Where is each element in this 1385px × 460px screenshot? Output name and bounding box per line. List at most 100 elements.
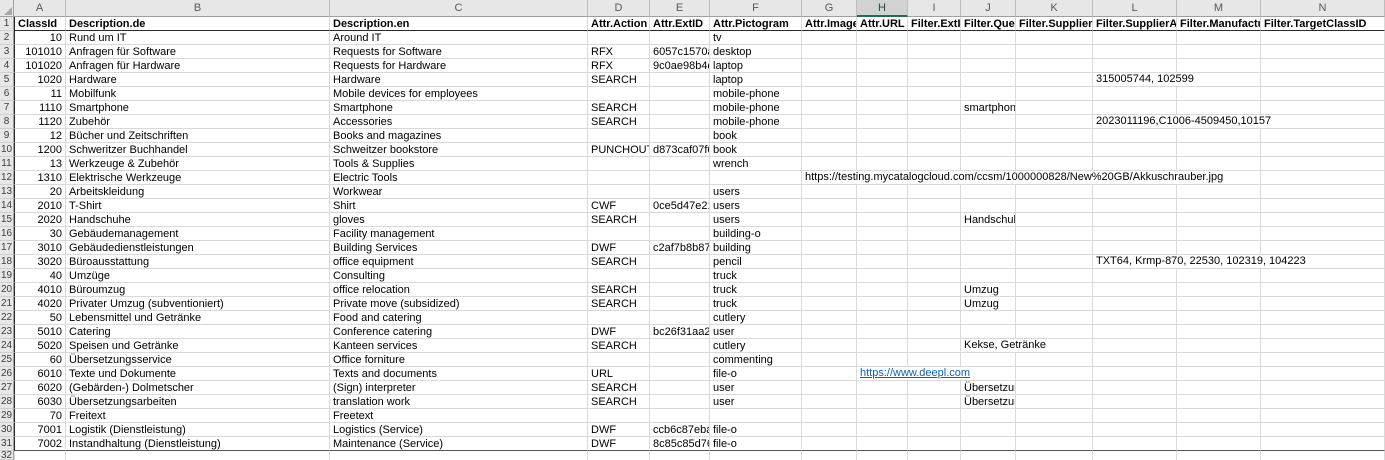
cell-K23[interactable]	[1016, 325, 1093, 339]
cell-H5[interactable]	[857, 73, 908, 87]
cell-L30[interactable]	[1093, 423, 1177, 437]
cell-B4[interactable]: Anfragen für Hardware	[66, 59, 330, 73]
cell-E5[interactable]	[650, 73, 710, 87]
cell-E4[interactable]: 9c0ae98b4d	[650, 59, 710, 73]
cell-I30[interactable]	[908, 423, 961, 437]
cell-H11[interactable]	[857, 157, 908, 171]
cell-F18[interactable]: pencil	[710, 255, 802, 269]
cell-H27[interactable]	[857, 381, 908, 395]
cell-J16[interactable]	[961, 227, 1016, 241]
cell-N9[interactable]	[1261, 129, 1385, 143]
row-header-14[interactable]: 14	[0, 199, 14, 213]
cell-H9[interactable]	[857, 129, 908, 143]
cell-N3[interactable]	[1261, 45, 1385, 59]
cell-H10[interactable]	[857, 143, 908, 157]
cell-B30[interactable]: Logistik (Dienstleistung)	[66, 423, 330, 437]
cell-A26[interactable]: 6010	[14, 367, 66, 381]
cell-G23[interactable]	[802, 325, 857, 339]
cell-A25[interactable]: 60	[14, 353, 66, 367]
cell-H32[interactable]	[857, 451, 908, 460]
cell-F26[interactable]: file-o	[710, 367, 802, 381]
cell-E20[interactable]	[650, 283, 710, 297]
cell-B7[interactable]: Smartphone	[66, 101, 330, 115]
cell-I10[interactable]	[908, 143, 961, 157]
cell-F27[interactable]: user	[710, 381, 802, 395]
cell-N24[interactable]	[1261, 339, 1385, 353]
cell-G15[interactable]	[802, 213, 857, 227]
cell-L1[interactable]: Filter.SupplierAID	[1093, 17, 1177, 31]
cell-K21[interactable]	[1016, 297, 1093, 311]
cell-J27[interactable]: Übersetzung	[961, 381, 1016, 395]
cell-J10[interactable]	[961, 143, 1016, 157]
cell-F5[interactable]: laptop	[710, 73, 802, 87]
cell-B3[interactable]: Anfragen für Software	[66, 45, 330, 59]
cell-C12[interactable]: Electric Tools	[330, 171, 588, 185]
row-header-19[interactable]: 19	[0, 269, 14, 283]
row-header-23[interactable]: 23	[0, 325, 14, 339]
cell-H13[interactable]	[857, 185, 908, 199]
cell-M7[interactable]	[1177, 101, 1261, 115]
cell-G28[interactable]	[802, 395, 857, 409]
cell-D15[interactable]: SEARCH	[588, 213, 650, 227]
cell-F6[interactable]: mobile-phone	[710, 87, 802, 101]
cell-A31[interactable]: 7002	[14, 437, 66, 451]
cell-E9[interactable]	[650, 129, 710, 143]
column-header-J[interactable]: J	[961, 0, 1016, 17]
cell-D4[interactable]: RFX	[588, 59, 650, 73]
cell-E2[interactable]	[650, 31, 710, 45]
cell-K3[interactable]	[1016, 45, 1093, 59]
cell-G29[interactable]	[802, 409, 857, 423]
cell-A10[interactable]: 1200	[14, 143, 66, 157]
cell-C10[interactable]: Schweitzer bookstore	[330, 143, 588, 157]
cell-N2[interactable]	[1261, 31, 1385, 45]
cell-G6[interactable]	[802, 87, 857, 101]
cell-G26[interactable]	[802, 367, 857, 381]
cell-D14[interactable]: CWF	[588, 199, 650, 213]
cell-F12[interactable]	[710, 171, 802, 185]
cell-H18[interactable]	[857, 255, 908, 269]
cell-C28[interactable]: translation work	[330, 395, 588, 409]
cell-C15[interactable]: gloves	[330, 213, 588, 227]
cell-D29[interactable]	[588, 409, 650, 423]
cell-M17[interactable]	[1177, 241, 1261, 255]
cell-F2[interactable]: tv	[710, 31, 802, 45]
cell-L32[interactable]	[1093, 451, 1177, 460]
cell-F22[interactable]: cutlery	[710, 311, 802, 325]
cell-L19[interactable]	[1093, 269, 1177, 283]
cell-H7[interactable]	[857, 101, 908, 115]
cell-G4[interactable]	[802, 59, 857, 73]
cell-B1[interactable]: Description.de	[66, 17, 330, 31]
cell-A1[interactable]: ClassId	[14, 17, 66, 31]
cell-N28[interactable]	[1261, 395, 1385, 409]
cell-E6[interactable]	[650, 87, 710, 101]
row-header-25[interactable]: 25	[0, 353, 14, 367]
cell-F25[interactable]: commenting	[710, 353, 802, 367]
cell-I23[interactable]	[908, 325, 961, 339]
cell-J23[interactable]	[961, 325, 1016, 339]
cell-F11[interactable]: wrench	[710, 157, 802, 171]
cell-J17[interactable]	[961, 241, 1016, 255]
cell-I16[interactable]	[908, 227, 961, 241]
cell-K10[interactable]	[1016, 143, 1093, 157]
cell-A14[interactable]: 2010	[14, 199, 66, 213]
cell-F17[interactable]: building	[710, 241, 802, 255]
cell-J2[interactable]	[961, 31, 1016, 45]
cell-F21[interactable]: truck	[710, 297, 802, 311]
cell-A11[interactable]: 13	[14, 157, 66, 171]
cell-B12[interactable]: Elektrische Werkzeuge	[66, 171, 330, 185]
cell-F9[interactable]: book	[710, 129, 802, 143]
cell-H3[interactable]	[857, 45, 908, 59]
cell-D17[interactable]: DWF	[588, 241, 650, 255]
column-header-H[interactable]: H	[857, 0, 908, 17]
cell-M10[interactable]	[1177, 143, 1261, 157]
cell-L7[interactable]	[1093, 101, 1177, 115]
cell-I17[interactable]	[908, 241, 961, 255]
cell-E3[interactable]: 6057c1570a	[650, 45, 710, 59]
cell-C17[interactable]: Building Services	[330, 241, 588, 255]
cell-B5[interactable]: Hardware	[66, 73, 330, 87]
cell-C27[interactable]: (Sign) interpreter	[330, 381, 588, 395]
cell-J8[interactable]	[961, 115, 1016, 129]
cell-K7[interactable]	[1016, 101, 1093, 115]
cell-L9[interactable]	[1093, 129, 1177, 143]
cell-A15[interactable]: 2020	[14, 213, 66, 227]
